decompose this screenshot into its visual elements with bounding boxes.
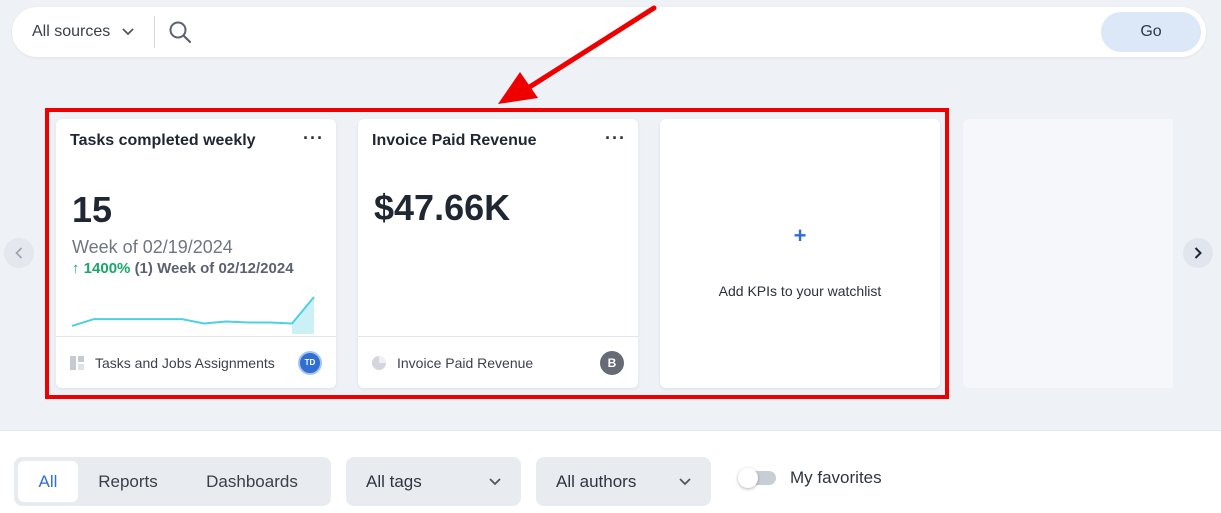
carousel-prev-button[interactable] [4,238,34,268]
source-select[interactable]: All sources [32,7,134,57]
filter-bar: All Reports Dashboards All tags All auth… [0,430,1221,513]
tags-dropdown[interactable]: All tags [346,457,521,506]
tags-dropdown-label: All tags [366,471,422,491]
chevron-left-icon [15,247,23,259]
tab-reports[interactable]: Reports [78,461,178,502]
authors-dropdown[interactable]: All authors [536,457,711,506]
type-filter-tabs: All Reports Dashboards [14,457,331,506]
annotation-arrow [498,5,657,104]
chevron-right-icon [1194,247,1202,259]
search-icon [169,21,192,44]
annotation-highlight-box [45,108,949,399]
go-button[interactable]: Go [1101,12,1201,52]
toggle-knob [738,468,758,488]
authors-dropdown-label: All authors [556,471,637,491]
chevron-down-icon [489,477,501,485]
source-select-label: All sources [32,23,111,40]
placeholder-card [963,119,1173,388]
chevron-down-icon [122,28,134,36]
favorites-toggle[interactable] [738,468,776,488]
carousel-next-button[interactable] [1183,238,1213,268]
chevron-down-icon [679,477,691,485]
favorites-label: My favorites [790,468,882,487]
tab-dashboards[interactable]: Dashboards [178,461,326,502]
search-divider [154,16,155,48]
tab-all[interactable]: All [18,461,78,502]
favorites-toggle-group: My favorites [738,468,882,488]
